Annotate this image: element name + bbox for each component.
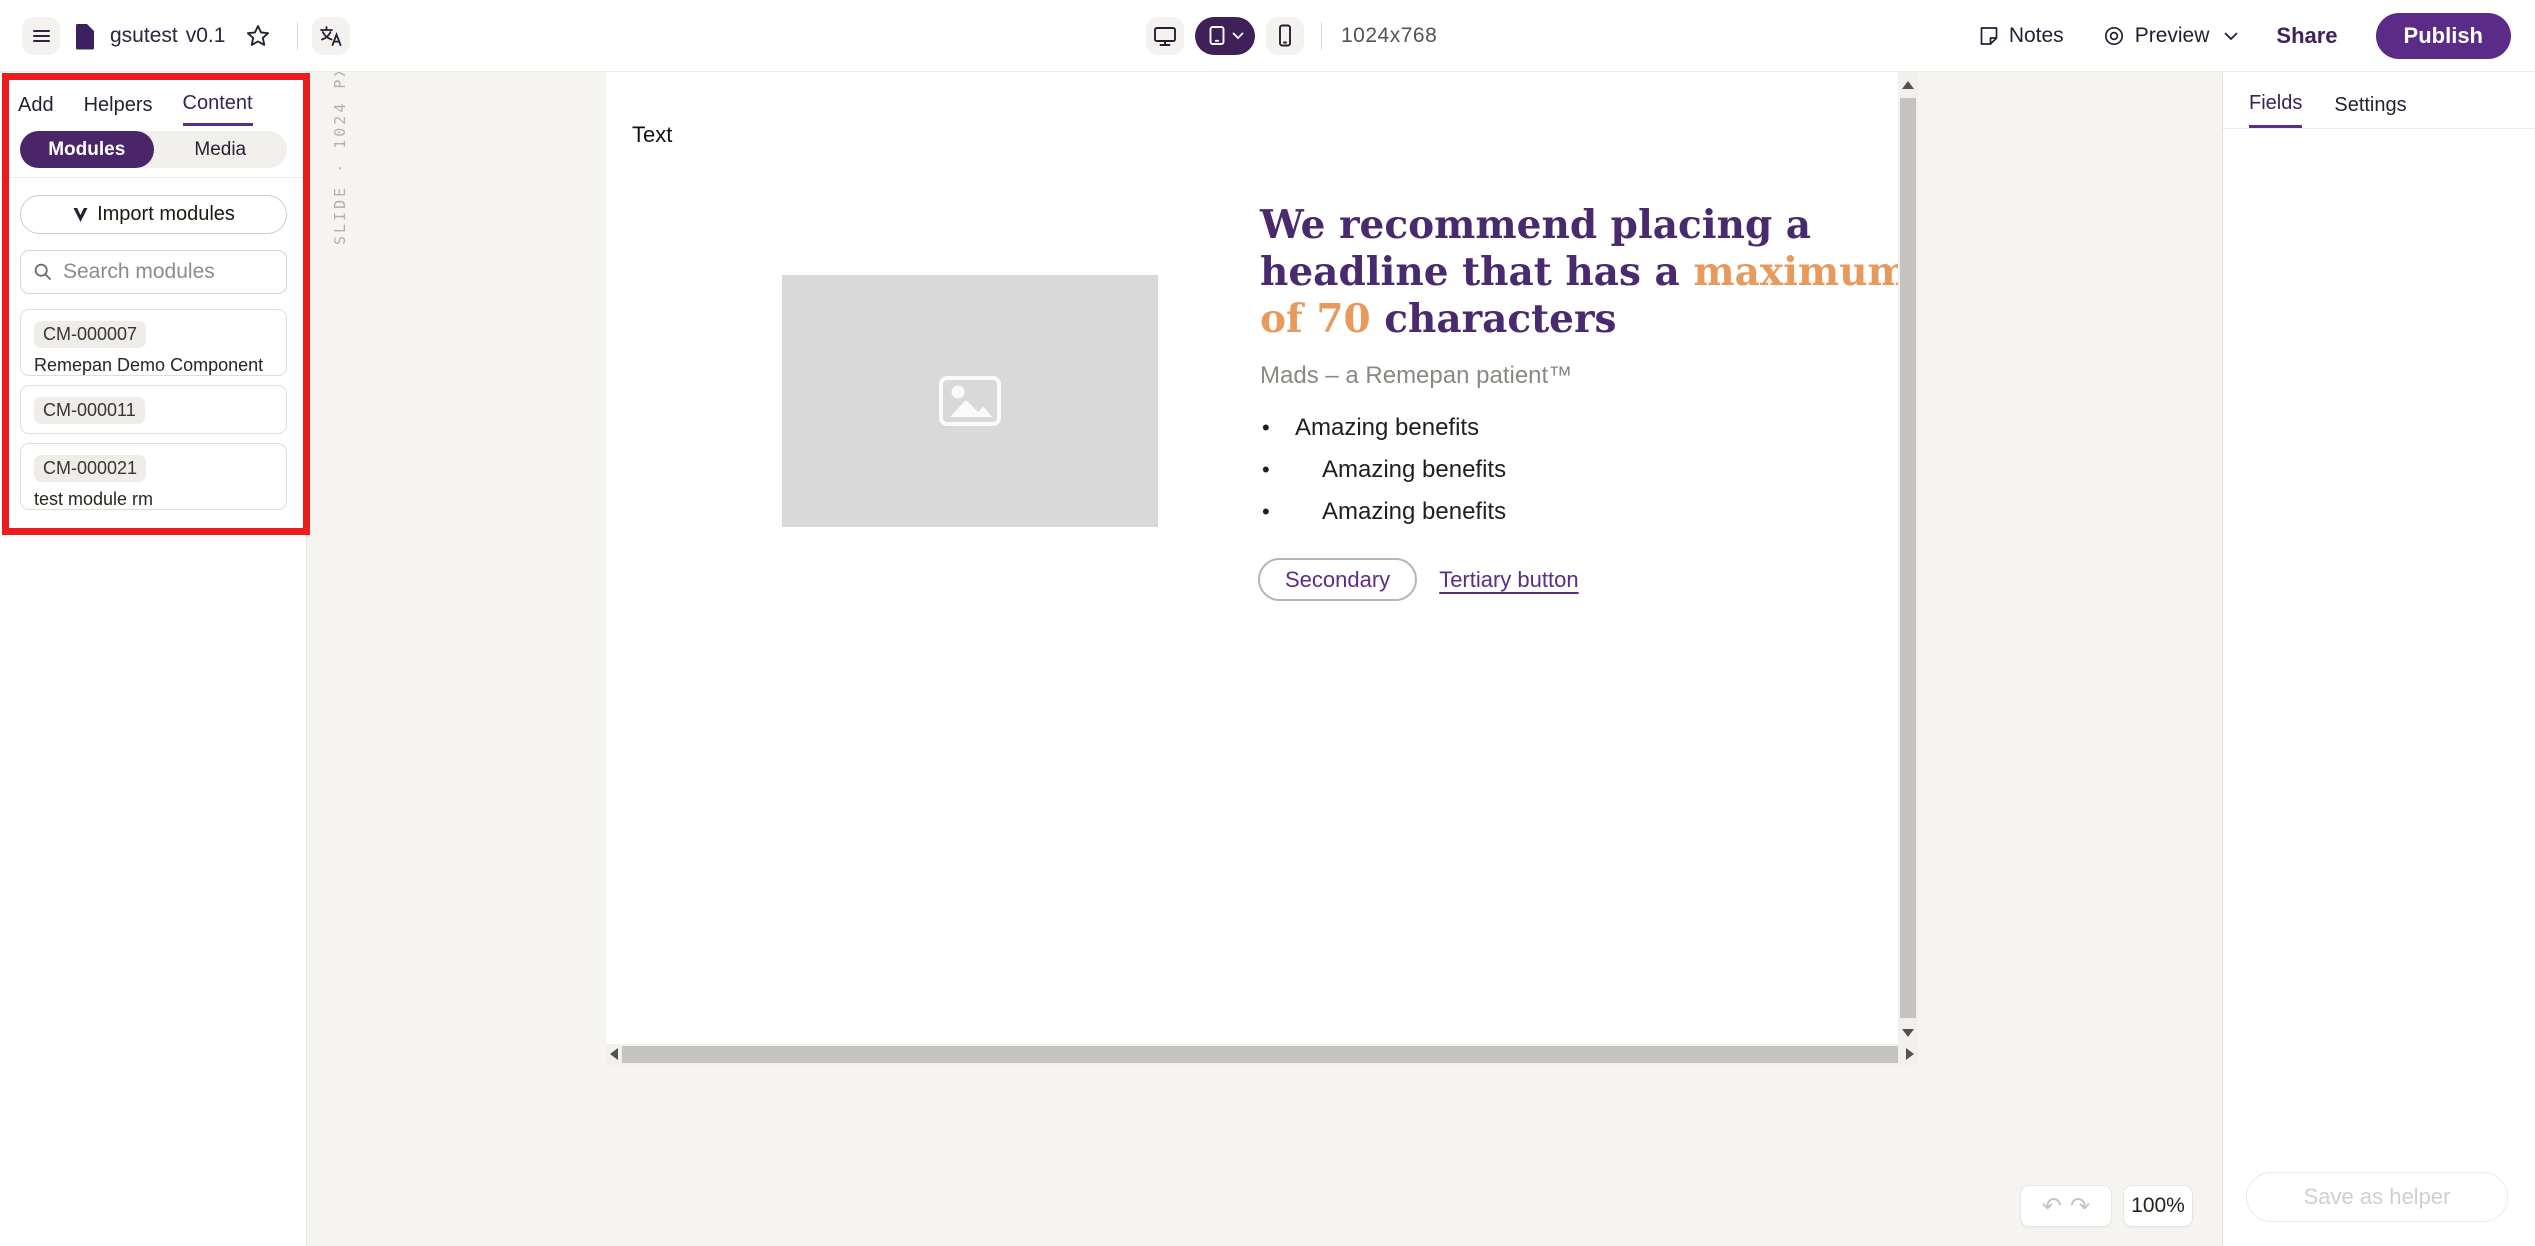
tab-helpers[interactable]: Helpers [84, 92, 153, 126]
undo-button[interactable]: ↶ [2042, 1194, 2062, 1218]
tab-fields[interactable]: Fields [2249, 92, 2302, 128]
bullet-icon: • [1262, 498, 1272, 525]
topbar-right: Notes Preview Share Publish [1978, 0, 2511, 72]
phone-icon [1275, 23, 1295, 49]
scroll-right-icon[interactable] [1906, 1048, 1914, 1060]
tab-content[interactable]: Content [183, 92, 253, 126]
module-id-badge: CM-000007 [34, 321, 146, 348]
preview-button[interactable]: Preview [2102, 24, 2239, 48]
publish-button[interactable]: Publish [2376, 13, 2511, 59]
toggle-media[interactable]: Media [154, 131, 288, 168]
headline-line: We recommend placing a [1260, 202, 1920, 249]
zoom-level-label: 100% [2131, 1194, 2185, 1218]
module-id-badge: CM-000011 [34, 397, 145, 424]
right-sidebar: Fields Settings Save as helper [2222, 72, 2535, 1246]
chevron-down-icon [1232, 32, 1244, 40]
topbar: gsutest v0.1 [0, 0, 2535, 72]
bullet-item: • Amazing benefits [1262, 414, 1506, 441]
topbar-left: gsutest v0.1 [22, 0, 350, 72]
headline-line: headline that has a maximum [1260, 249, 1920, 296]
mobile-preview-button[interactable] [1266, 17, 1304, 55]
search-icon [33, 262, 53, 282]
device-switcher: 1024x768 [1146, 0, 1437, 72]
undo-icon: ↶ [2042, 1194, 2062, 1218]
slide-ruler-label: SLIDE · 1024 PX [331, 65, 349, 245]
slide-button-row: Secondary Tertiary button [1258, 558, 1579, 601]
viewport-size-label: 1024x768 [1341, 24, 1437, 48]
translate-button[interactable] [312, 17, 350, 55]
preview-label: Preview [2135, 24, 2210, 48]
topbar-divider [1321, 22, 1322, 50]
modules-media-toggle: Modules Media [20, 131, 287, 168]
module-title: Remepan Demo Component [34, 355, 273, 376]
menu-button[interactable] [22, 17, 60, 55]
hamburger-icon [33, 27, 50, 45]
image-icon [937, 375, 1003, 427]
share-button[interactable]: Share [2276, 23, 2337, 49]
tab-settings[interactable]: Settings [2334, 92, 2406, 128]
favorite-button[interactable] [245, 23, 271, 49]
tab-add[interactable]: Add [18, 92, 54, 126]
star-icon [245, 23, 271, 49]
horizontal-scroll-thumb[interactable] [622, 1046, 1898, 1063]
sidebar-divider [0, 177, 306, 178]
zoom-indicator[interactable]: 100% [2123, 1185, 2193, 1227]
save-as-helper-button[interactable]: Save as helper [2246, 1172, 2508, 1222]
bullet-item: • Amazing benefits [1262, 456, 1506, 483]
chevron-down-icon [2224, 32, 2238, 41]
scroll-up-icon[interactable] [1902, 81, 1914, 89]
scroll-left-icon[interactable] [610, 1048, 618, 1060]
document-title: gsutest [110, 24, 178, 48]
horizontal-scrollbar[interactable] [606, 1044, 1918, 1065]
translate-icon [318, 23, 344, 49]
module-id-badge: CM-000021 [34, 455, 146, 482]
search-input[interactable] [63, 260, 274, 284]
vertical-scrollbar[interactable] [1898, 72, 1918, 1044]
module-card[interactable]: CM-000007 Remepan Demo Component [20, 309, 287, 376]
document-icon [74, 23, 96, 50]
desktop-preview-button[interactable] [1146, 17, 1184, 55]
left-sidebar: Add Helpers Content Modules Media Import… [0, 72, 307, 1246]
document-version: v0.1 [186, 24, 226, 48]
module-title: test module rm [34, 489, 273, 510]
redo-icon: ↷ [2070, 1194, 2090, 1218]
image-placeholder[interactable] [782, 275, 1158, 527]
monitor-icon [1152, 24, 1178, 48]
import-modules-label: Import modules [97, 203, 235, 226]
tablet-icon [1207, 24, 1227, 48]
redo-button[interactable]: ↷ [2070, 1194, 2090, 1218]
import-icon [72, 207, 89, 223]
scroll-down-icon[interactable] [1902, 1029, 1914, 1037]
notes-label: Notes [2009, 24, 2064, 48]
sidebar-tabs: Add Helpers Content [0, 72, 306, 126]
import-modules-button[interactable]: Import modules [20, 195, 287, 234]
slide-canvas[interactable]: Text We recommend placing a headline tha… [606, 72, 1898, 1044]
search-modules-field [20, 250, 287, 294]
note-icon [1978, 25, 2000, 47]
module-card[interactable]: CM-000011 [20, 385, 287, 434]
notes-button[interactable]: Notes [1978, 24, 2064, 48]
secondary-button[interactable]: Secondary [1258, 558, 1417, 601]
eye-icon [2102, 24, 2126, 48]
headline-line: of 70 characters [1260, 296, 1920, 343]
module-card[interactable]: CM-000021 test module rm [20, 443, 287, 510]
toggle-modules[interactable]: Modules [20, 131, 154, 168]
rightbar-tabs: Fields Settings [2223, 72, 2535, 129]
tablet-preview-button[interactable] [1195, 17, 1255, 55]
bullet-item: • Amazing benefits [1262, 498, 1506, 525]
slide-bullet-list[interactable]: • Amazing benefits • Amazing benefits • … [1262, 414, 1506, 540]
history-controls: ↶ ↷ [2020, 1185, 2112, 1227]
bullet-icon: • [1262, 456, 1272, 483]
slide-headline[interactable]: We recommend placing a headline that has… [1260, 202, 1920, 343]
slide-subtitle[interactable]: Mads – a Remepan patient™ [1260, 362, 1572, 390]
bullet-icon: • [1262, 414, 1272, 441]
topbar-divider [297, 22, 298, 50]
slide-text-element[interactable]: Text [632, 122, 672, 148]
app-root: gsutest v0.1 [0, 0, 2535, 1246]
vertical-scroll-thumb[interactable] [1900, 98, 1916, 1018]
tertiary-button[interactable]: Tertiary button [1439, 567, 1578, 593]
